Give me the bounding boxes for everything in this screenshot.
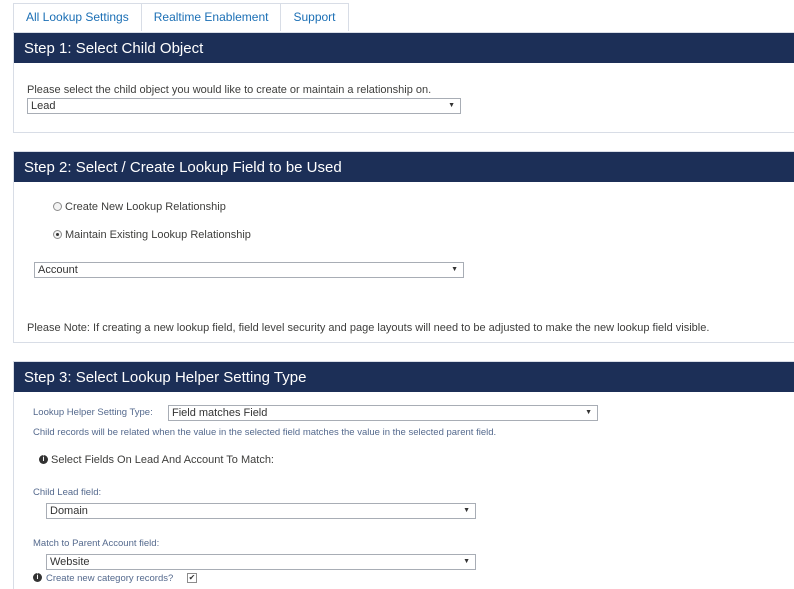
radio-create-new-label[interactable]: Create New Lookup Relationship: [65, 201, 226, 213]
step3-section: Step 3: Select Lookup Helper Setting Typ…: [13, 361, 794, 589]
match-heading: Select Fields On Lead And Account To Mat…: [51, 454, 274, 466]
child-field-label: Child Lead field:: [33, 487, 102, 498]
parent-field-label: Match to Parent Account field:: [33, 538, 160, 549]
step2-title: Step 2: Select / Create Lookup Field to …: [14, 152, 794, 182]
create-category-checkbox[interactable]: ✔: [187, 573, 197, 583]
step3-title: Step 3: Select Lookup Helper Setting Typ…: [14, 362, 794, 392]
create-category-label: Create new category records?: [46, 573, 174, 584]
radio-maintain-existing-label[interactable]: Maintain Existing Lookup Relationship: [65, 229, 251, 241]
setting-type-help: Child records will be related when the v…: [33, 427, 497, 438]
child-field-select[interactable]: Domain ▼: [46, 503, 476, 519]
child-object-select[interactable]: Lead ▼: [27, 98, 461, 114]
parent-field-value: Website: [50, 556, 90, 568]
step1-title: Step 1: Select Child Object: [14, 33, 794, 63]
tab-bar: All Lookup Settings Realtime Enablement …: [13, 3, 349, 31]
setting-type-select[interactable]: Field matches Field ▼: [168, 405, 598, 421]
lookup-field-select[interactable]: Account ▼: [34, 262, 464, 278]
step2-note: Please Note: If creating a new lookup fi…: [27, 322, 710, 334]
radio-create-new[interactable]: [53, 202, 62, 211]
lookup-field-value: Account: [38, 264, 78, 276]
child-field-value: Domain: [50, 505, 88, 517]
child-object-value: Lead: [31, 100, 56, 112]
info-icon: i: [33, 573, 42, 582]
setting-type-value: Field matches Field: [172, 407, 268, 419]
parent-field-select[interactable]: Website ▼: [46, 554, 476, 570]
tab-realtime-enablement[interactable]: Realtime Enablement: [140, 3, 282, 31]
chevron-down-icon: ▼: [463, 558, 470, 565]
tab-all-lookup-settings[interactable]: All Lookup Settings: [13, 3, 142, 31]
chevron-down-icon: ▼: [463, 507, 470, 514]
step1-section: Step 1: Select Child Object Please selec…: [13, 32, 794, 133]
radio-maintain-existing[interactable]: [53, 230, 62, 239]
setting-type-label: Lookup Helper Setting Type:: [33, 407, 153, 418]
step2-section: Step 2: Select / Create Lookup Field to …: [13, 151, 794, 343]
info-icon: i: [39, 455, 48, 464]
chevron-down-icon: ▼: [585, 409, 592, 416]
chevron-down-icon: ▼: [448, 102, 455, 109]
step1-prompt: Please select the child object you would…: [27, 84, 432, 96]
tab-support[interactable]: Support: [280, 3, 349, 31]
chevron-down-icon: ▼: [451, 266, 458, 273]
